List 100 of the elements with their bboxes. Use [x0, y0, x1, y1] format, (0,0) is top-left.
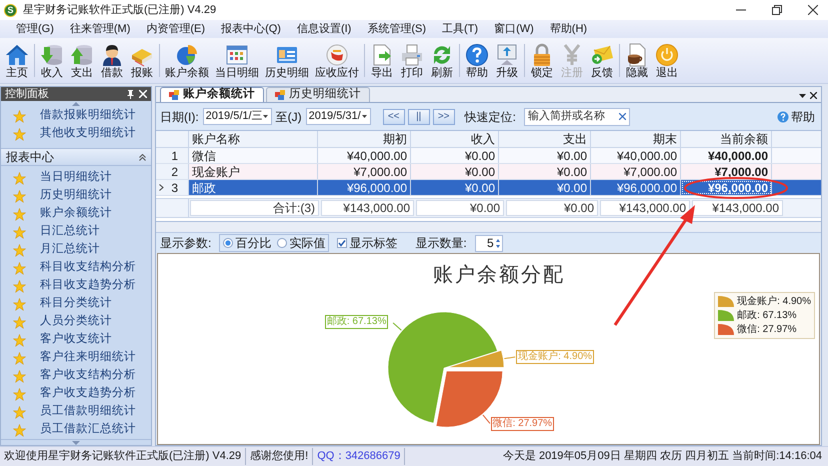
star-icon	[13, 424, 26, 436]
menu-item[interactable]: 系统管理(S)	[359, 24, 434, 34]
toolbar-button[interactable]: 报账	[127, 38, 157, 83]
sidebar-item[interactable]: 科目收支结构分析	[1, 259, 151, 277]
star-icon	[13, 128, 26, 140]
star-icon	[13, 110, 26, 122]
help-icon	[777, 110, 789, 122]
toolbar-button[interactable]: 退出	[652, 38, 682, 83]
pin-icon[interactable]	[127, 90, 134, 98]
help-button[interactable]: 帮助	[777, 108, 815, 126]
sidebar-item[interactable]: 当日明细统计	[1, 169, 151, 187]
locate-label: 快速定位:	[464, 108, 516, 126]
sidebar-item[interactable]: 账户余额统计	[1, 205, 151, 223]
sidebar-item[interactable]: 客户收支结构分析	[1, 367, 151, 385]
show-labels-checkbox[interactable]: 显示标签	[337, 234, 398, 252]
sidebar-item[interactable]: 员工借款明细统计	[1, 403, 151, 421]
menu-item[interactable]: 内资管理(E)	[138, 24, 214, 34]
toolbar-button[interactable]: 账户余额	[162, 38, 212, 83]
sidebar-item[interactable]: 客户往来明细统计	[1, 349, 151, 367]
sidebar-item[interactable]: 其他收支明细统计	[1, 125, 151, 143]
table-cell: ¥0.00	[499, 148, 591, 163]
row-number: 1	[171, 148, 178, 164]
star-icon	[13, 388, 26, 400]
date-picker[interactable]: 2019/5/1/三	[202, 108, 272, 125]
table-cell: ¥40,000.00	[681, 148, 772, 163]
toolbar-button[interactable]: 锁定	[527, 38, 557, 83]
toolbar-button[interactable]: 反馈	[587, 38, 617, 83]
menu-item[interactable]: 报表中心(Q)	[213, 24, 289, 34]
maximize-icon[interactable]	[772, 5, 782, 15]
clear-icon[interactable]	[619, 113, 626, 120]
table-row[interactable]: 1 微信 ¥40,000.00 ¥0.00 ¥0.00 ¥40,000.00 ¥40,000.00	[156, 148, 821, 164]
radio-icon	[223, 238, 234, 248]
column-header[interactable]: 支出	[499, 131, 591, 147]
star-icon	[13, 262, 26, 274]
toolbar-button[interactable]: 打印	[397, 38, 427, 83]
row-number: 3	[171, 180, 178, 196]
tab-icon	[275, 90, 285, 100]
chart-title: 账户余额分配	[433, 261, 565, 288]
column-header[interactable]: 当前余额	[681, 131, 772, 147]
column-header[interactable]: 收入	[411, 131, 499, 147]
sidebar-item[interactable]: 客户收支统计	[1, 331, 151, 349]
sidebar-item[interactable]: 历史明细统计	[1, 187, 151, 205]
toolbar-button[interactable]: 导出	[367, 38, 397, 83]
star-icon	[13, 208, 26, 220]
pie-chart-icon	[175, 42, 199, 66]
column-header[interactable]: 期初	[318, 131, 411, 147]
toolbar-button[interactable]: 隐藏	[622, 38, 652, 83]
sidebar-item[interactable]: 人员分类统计	[1, 313, 151, 331]
nav-button[interactable]: ||	[408, 108, 430, 124]
caret-down-icon[interactable]	[799, 94, 806, 98]
toolbar-button[interactable]: 支出	[67, 38, 97, 83]
nav-button[interactable]: <<	[382, 108, 405, 124]
collapse-chevron-icon[interactable]	[139, 154, 146, 160]
radio-icon	[277, 238, 288, 248]
sidebar-item[interactable]: 日汇总统计	[1, 223, 151, 241]
radio-button[interactable]: 百分比	[223, 234, 272, 252]
qq-number: QQ：342686679	[313, 448, 406, 465]
down-arrow-icon	[40, 42, 64, 66]
menu-item[interactable]: 工具(T)	[434, 24, 486, 34]
toolbar-button[interactable]: 应收应付	[312, 38, 362, 83]
status-text: 欢迎使用星宇财务记账软件正式版(已注册) V4.29	[0, 448, 246, 465]
toolbar-button[interactable]: 主页	[2, 38, 32, 83]
date-picker[interactable]: 2019/5/31/	[306, 108, 371, 125]
toolbar-button[interactable]: 收入	[37, 38, 67, 83]
toolbar-button[interactable]: 当日明细	[212, 38, 262, 83]
count-spinner[interactable]: 5	[474, 234, 503, 252]
minimize-icon[interactable]	[736, 9, 746, 11]
toolbar-button[interactable]: 升级	[492, 38, 522, 83]
nav-button[interactable]: >>	[432, 108, 455, 124]
table-row[interactable]: 2 现金账户 ¥7,000.00 ¥0.00 ¥0.00 ¥7,000.00 ¥7,000.00	[156, 164, 821, 180]
column-header[interactable]: 账户名称	[189, 131, 318, 147]
menu-item[interactable]: 窗口(W)	[486, 24, 542, 34]
sidebar-item[interactable]: 借款报账明细统计	[1, 107, 151, 125]
menu-item[interactable]: 往来管理(M)	[62, 24, 138, 34]
toolbar-button[interactable]: 帮助	[462, 38, 492, 83]
menu-item[interactable]: 帮助(H)	[542, 24, 596, 34]
toolbar-button[interactable]: 借款	[97, 38, 127, 83]
menu-item[interactable]: 信息设置(I)	[288, 24, 360, 34]
sidebar-item[interactable]: 月汇总统计	[1, 241, 151, 259]
tab[interactable]: 账户余额统计	[160, 87, 264, 102]
sidebar-item[interactable]: 员工借款汇总统计	[1, 421, 151, 439]
toolbar-button[interactable]: 历史明细	[262, 38, 312, 83]
data-label: 现金账户: 4.90%	[516, 350, 594, 364]
section-header[interactable]: 报表中心	[1, 148, 151, 166]
radio-button[interactable]: 实际值	[277, 234, 326, 252]
close-icon[interactable]	[810, 92, 817, 99]
leader-line	[504, 356, 516, 360]
sidebar-item[interactable]: 科目分类统计	[1, 295, 151, 313]
sidebar-item[interactable]: 客户收支趋势分析	[1, 385, 151, 403]
column-header[interactable]: 期末	[591, 131, 681, 147]
table-row[interactable]: 3 邮政 ¥96,000.00 ¥0.00 ¥0.00 ¥96,000.00 ¥96,000.00	[156, 180, 821, 196]
table-cell: ¥40,000.00	[591, 148, 681, 163]
menu-item[interactable]: 管理(G)	[8, 24, 62, 34]
close-icon[interactable]	[808, 5, 818, 15]
locate-field[interactable]: 输入简拼或名称	[524, 108, 630, 126]
sidebar-item[interactable]: 科目收支趋势分析	[1, 277, 151, 295]
app-logo: S	[4, 4, 17, 16]
tab[interactable]: 历史明细统计	[266, 87, 370, 102]
table-cell: ¥0.00	[411, 148, 499, 163]
toolbar-button[interactable]: 刷新	[427, 38, 457, 83]
